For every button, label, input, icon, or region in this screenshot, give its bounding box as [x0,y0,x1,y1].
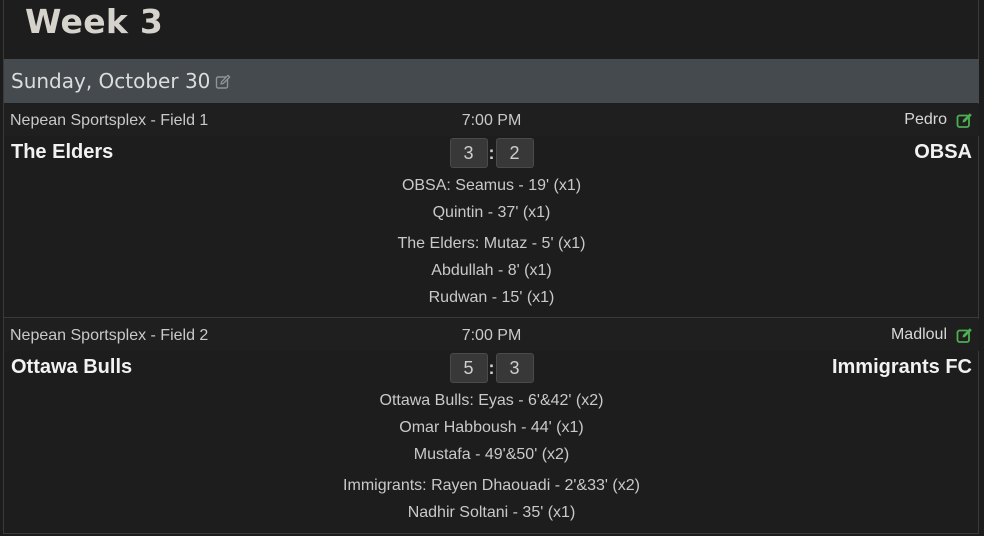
scorer-line: OBSA: Seamus - 19' (x1) [401,177,582,194]
match-card: Nepean Sportsplex - Field 1 7:00 PM Pedr… [4,104,979,318]
scorer-line: Rudwan - 15' (x1) [428,289,555,306]
kickoff-time: 7:00 PM [461,112,522,129]
away-team-name: OBSA [914,141,972,163]
referee-name: Pedro [904,111,947,128]
away-team-name: Immigrants FC [831,356,972,378]
scorer-line: Abdullah - 8' (x1) [431,262,552,279]
referee: Madloul [891,326,973,344]
scorer-line: Mustafa - 49'&50' (x2) [413,446,570,463]
scorer-line: Omar Habboush - 44' (x1) [399,419,584,436]
match-meta-row: Nepean Sportsplex - Field 1 7:00 PM Pedr… [4,104,979,136]
date-label: Sunday, October 30 [11,69,211,93]
referee-name: Madloul [890,326,947,343]
score-separator: : [488,142,495,163]
scorer-line: Ottawa Bulls: Eyas - 6'&42' (x2) [379,392,604,409]
scorer-line: The Elders: Mutaz - 5' (x1) [397,235,586,252]
edit-date-icon[interactable] [215,74,231,90]
away-score: 3 [495,353,534,383]
referee: Pedro [904,111,973,129]
kickoff-time: 7:00 PM [461,327,522,344]
match-card: Nepean Sportsplex - Field 2 7:00 PM Madl… [4,319,979,533]
edit-match-icon[interactable] [956,327,973,344]
score-separator: : [488,357,495,378]
home-score: 3 [449,138,488,168]
scorer-line: Nadhir Soltani - 35' (x1) [407,504,576,521]
week-title: Week 3 [25,2,164,41]
scorers-list: OBSA: Seamus - 19' (x1) Quintin - 37' (x… [4,172,979,311]
edit-match-icon[interactable] [956,112,973,129]
match-meta-row: Nepean Sportsplex - Field 2 7:00 PM Madl… [4,319,979,351]
scorer-line: Quintin - 37' (x1) [432,204,551,221]
scoreboard: 3 : 2 [4,138,979,168]
home-score: 5 [449,353,488,383]
date-header: Sunday, October 30 [4,59,979,103]
away-score: 2 [495,138,534,168]
scorers-list: Ottawa Bulls: Eyas - 6'&42' (x2) Omar Ha… [4,387,979,526]
scorer-line: Immigrants: Rayen Dhaouadi - 2'&33' (x2) [343,477,640,494]
